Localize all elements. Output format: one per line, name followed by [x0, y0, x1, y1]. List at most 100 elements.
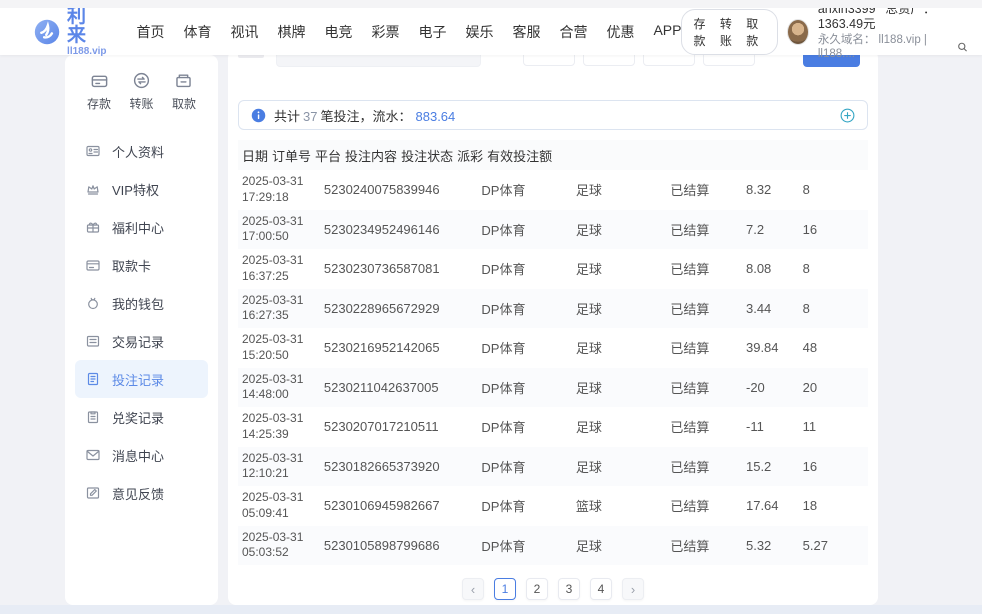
- sidebar-item-label: 消息中心: [112, 446, 164, 465]
- cell-date: 2025-03-31 14:25:39: [238, 411, 320, 442]
- quick-action-label: 转账: [129, 95, 153, 112]
- sidebar-item[interactable]: 兑奖记录: [75, 398, 208, 436]
- table-header-cell: 日期: [238, 146, 268, 165]
- cell-payout: 3.44: [742, 301, 799, 316]
- cell-date: 2025-03-31 17:00:50: [238, 214, 320, 245]
- mail-icon: [85, 447, 101, 463]
- quick-action[interactable]: 存款: [87, 71, 111, 112]
- cell-order-number: 5230234952496146: [320, 222, 478, 237]
- sidebar-item-label: 意见反馈: [112, 484, 164, 503]
- summary-bar: 共计37笔投注，流水：883.64: [238, 100, 868, 130]
- cell-order-number: 5230240075839946: [320, 182, 478, 197]
- pill-action[interactable]: 存款: [693, 15, 712, 49]
- cell-valid-bet: 8: [799, 301, 868, 316]
- table-header-cell: 投注内容: [341, 146, 397, 165]
- quick-action[interactable]: 转账: [129, 71, 153, 112]
- sidebar-item[interactable]: 取款卡: [75, 246, 208, 284]
- nav-item[interactable]: 体育: [183, 22, 211, 42]
- cell-valid-bet: 8: [799, 261, 868, 276]
- cell-payout: -11: [742, 419, 799, 434]
- cell-date: 2025-03-31 16:37:25: [238, 253, 320, 284]
- table-header-row: 日期订单号平台投注内容投注状态派彩有效投注额: [238, 140, 868, 170]
- summary-prefix: 共计: [274, 109, 300, 124]
- bet-records-table: 2025-03-31 17:29:18 5230240075839946 DP体…: [238, 170, 868, 565]
- sidebar-item-label: 投注记录: [112, 370, 164, 389]
- wallet-quick-pill: 存款转账取款: [681, 9, 777, 55]
- expand-button[interactable]: [840, 108, 855, 123]
- page-button[interactable]: 4: [590, 578, 612, 600]
- prev-page-button[interactable]: ‹: [462, 578, 484, 600]
- sidebar-item[interactable]: 投注记录: [75, 360, 208, 398]
- cell-order-number: 5230105898799686: [320, 538, 478, 553]
- nav-item[interactable]: 客服: [512, 22, 540, 42]
- table-header-cell: 派彩: [453, 146, 483, 165]
- page-button[interactable]: 1: [494, 578, 516, 600]
- sidebar-item[interactable]: 意见反馈: [75, 474, 208, 512]
- sidebar-item[interactable]: 消息中心: [75, 436, 208, 474]
- pill-action[interactable]: 转账: [720, 15, 739, 49]
- page-buttons: 1234: [494, 578, 612, 600]
- nav-item[interactable]: 视讯: [230, 22, 258, 42]
- cell-payout: 8.32: [742, 182, 799, 197]
- cell-platform: DP体育: [477, 496, 572, 515]
- quick-action-label: 存款: [87, 95, 111, 112]
- cell-bet-status: 已结算: [666, 299, 742, 318]
- cell-bet-content: 足球: [572, 259, 667, 278]
- table-row: 2025-03-31 17:00:50 5230234952496146 DP体…: [238, 210, 868, 250]
- sidebar-item-label: VIP特权: [112, 180, 159, 199]
- nav-item[interactable]: 电竞: [324, 22, 352, 42]
- table-header-cell: 有效投注额: [483, 146, 552, 165]
- sidebar-item[interactable]: VIP特权: [75, 170, 208, 208]
- cell-date: 2025-03-31 05:03:52: [238, 530, 320, 561]
- cell-valid-bet: 48: [799, 340, 868, 355]
- info-icon: [251, 108, 266, 123]
- table-row: 2025-03-31 14:25:39 5230207017210511 DP体…: [238, 407, 868, 447]
- summary-middle: 笔投注，流水：: [320, 109, 411, 124]
- nav-item[interactable]: 电子: [418, 22, 446, 42]
- cell-platform: DP体育: [477, 378, 572, 397]
- cell-valid-bet: 16: [799, 459, 868, 474]
- cell-bet-content: 足球: [572, 180, 667, 199]
- cell-payout: 7.2: [742, 222, 799, 237]
- cell-platform: DP体育: [477, 457, 572, 476]
- cell-date: 2025-03-31 14:48:00: [238, 372, 320, 403]
- cell-bet-status: 已结算: [666, 417, 742, 436]
- sidebar-item[interactable]: 交易记录: [75, 322, 208, 360]
- sidebar-item-label: 取款卡: [112, 256, 151, 275]
- quick-action[interactable]: 取款: [172, 71, 196, 112]
- nav-item[interactable]: 首页: [136, 22, 164, 42]
- cell-bet-status: 已结算: [666, 220, 742, 239]
- deposit-icon: [90, 71, 109, 90]
- list-icon: [85, 333, 101, 349]
- nav-item[interactable]: APP: [653, 22, 681, 42]
- logo-icon: [34, 17, 60, 47]
- sidebar-item[interactable]: 我的钱包: [75, 284, 208, 322]
- cell-platform: DP体育: [477, 180, 572, 199]
- cell-platform: DP体育: [477, 338, 572, 357]
- table-header-cell: 平台: [311, 146, 341, 165]
- cell-order-number: 5230230736587081: [320, 261, 478, 276]
- pill-action[interactable]: 取款: [746, 15, 765, 49]
- avatar[interactable]: [787, 19, 809, 45]
- cell-bet-status: 已结算: [666, 180, 742, 199]
- idcard-icon: [85, 143, 101, 159]
- nav-item[interactable]: 娱乐: [465, 22, 493, 42]
- page-button[interactable]: 2: [526, 578, 548, 600]
- sidebar-item[interactable]: 个人资料: [75, 132, 208, 170]
- nav-item[interactable]: 合营: [559, 22, 587, 42]
- page-button[interactable]: 3: [558, 578, 580, 600]
- cell-valid-bet: 5.27: [799, 538, 868, 553]
- nav-item[interactable]: 优惠: [606, 22, 634, 42]
- site-logo[interactable]: 利来 ll188.vip: [34, 7, 110, 57]
- main-nav: 首页体育视讯棋牌电竞彩票电子娱乐客服合营优惠 APP: [136, 22, 681, 42]
- cell-order-number: 5230228965672929: [320, 301, 478, 316]
- nav-item[interactable]: 棋牌: [277, 22, 305, 42]
- nav-item[interactable]: 彩票: [371, 22, 399, 42]
- cell-bet-content: 足球: [572, 457, 667, 476]
- next-page-button[interactable]: ›: [622, 578, 644, 600]
- sidebar-item[interactable]: 福利中心: [75, 208, 208, 246]
- sidebar-item-label: 个人资料: [112, 142, 164, 161]
- search-icon[interactable]: [957, 41, 968, 53]
- table-row: 2025-03-31 05:09:41 5230106945982667 DP体…: [238, 486, 868, 526]
- cell-platform: DP体育: [477, 536, 572, 555]
